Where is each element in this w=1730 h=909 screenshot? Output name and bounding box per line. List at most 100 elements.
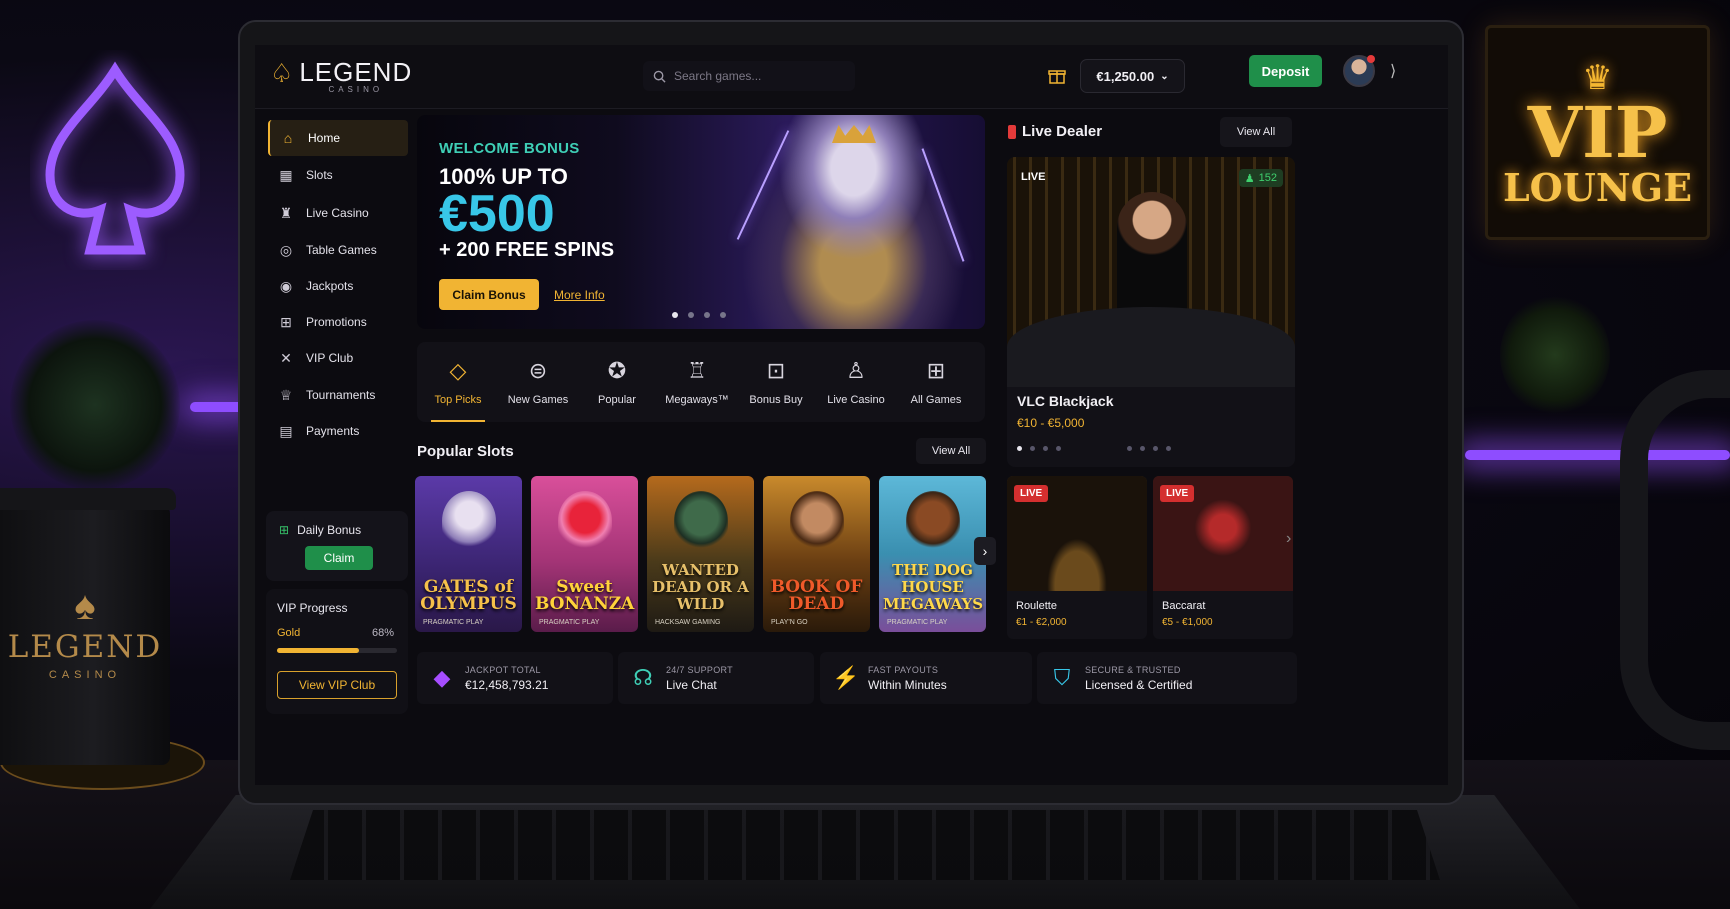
gem-icon: ◆ [433,665,451,690]
claim-bonus-button[interactable]: Claim Bonus [439,279,539,310]
home-icon: ⌂ [283,130,293,146]
hero-amount: €500 [439,185,555,243]
tab-bonus-buy[interactable]: ⊡ Bonus Buy [737,342,815,422]
sidebar-item-payments[interactable]: ▤ Payments [268,413,408,449]
featured-live-table[interactable]: LIVE ♟ 152 VLC Blackjack €10 - €5,000 [1007,157,1295,467]
sidebar-item-promotions[interactable]: ⊞ Promotions [268,304,408,340]
stat-value: Licensed & Certified [1085,677,1193,692]
vip-progress-title: VIP Progress [277,601,348,615]
chevron-right-icon[interactable]: › [1286,530,1291,548]
carousel-dots [1017,446,1061,451]
chevron-right-icon[interactable]: › [974,537,996,565]
tab-new-games[interactable]: ⊜ New Games [499,342,577,422]
sidebar-item-jackpots[interactable]: ◉ Jackpots [268,268,408,304]
carousel-dots-secondary [1127,446,1171,451]
tab-top-picks[interactable]: ◇ Top Picks [419,342,497,422]
sidebar-item-table-games[interactable]: ◎ Table Games [268,232,408,268]
vip-progress-card: VIP Progress Gold 68% View VIP Club [266,589,408,714]
live-casino-icon: ♜ [279,204,293,221]
sidebar-item-label: Jackpots [306,279,354,293]
carousel-dot[interactable] [688,312,694,318]
sidebar-item-live-casino[interactable]: ♜ Live Casino [268,195,408,231]
stat-support[interactable]: ☊ 24/7 SUPPORT Live Chat [618,652,814,704]
hero-eyebrow: WELCOME BONUS [439,140,580,157]
game-tile-the-dog-house-megaways[interactable]: THE DOG HOUSE MEGAWAYS PRAGMATIC PLAY [879,476,986,632]
logo[interactable]: ♤ LEGEND CASINO [270,59,412,94]
gift-icon: ⊞ [279,523,290,537]
game-art [442,491,496,551]
vip-progress-track [277,648,397,653]
stat-jackpot: ◆ JACKPOT TOTAL €12,458,793.21 [417,652,613,704]
tab-megaways[interactable]: ♖ Megaways™ [658,342,736,422]
tab-label: Popular [598,394,636,406]
headset-icon: ☊ [633,665,653,690]
tab-live-casino[interactable]: ♙ Live Casino [817,342,895,422]
balance-dropdown[interactable]: €1,250.00 ⌄ [1080,59,1185,93]
live-game-limits: €10 - €5,000 [1017,416,1085,430]
hero-banner[interactable]: WELCOME BONUS 100% UP TO €500 + 200 FREE… [417,115,985,329]
view-all-live-button[interactable]: View All [1220,117,1292,147]
headphones [1620,370,1730,750]
daily-bonus-card: ⊞ Daily Bonus Claim [266,511,408,581]
neon-spade-sign [45,61,185,255]
search-box[interactable] [643,61,855,91]
stat-label: SECURE & TRUSTED [1085,664,1181,675]
game-art [906,491,960,551]
sidebar-item-home[interactable]: ⌂ Home [268,120,408,156]
live-table-baccarat[interactable]: LIVE Baccarat €5 - €1,000 [1153,476,1293,639]
live-table-name: Baccarat [1162,600,1206,612]
star-icon: ✪ [607,358,627,383]
sidebar-item-label: Table Games [306,243,377,257]
blackjack-table [1007,307,1295,387]
stat-value: Live Chat [666,677,717,692]
game-tile-book-of-dead[interactable]: BOOK OF DEAD PLAY'N GO [763,476,870,632]
game-tile-sweet-bonanza[interactable]: Sweet BONANZA PRAGMATIC PLAY [531,476,638,632]
avatar[interactable] [1343,55,1375,87]
category-bar: ◇ Top Picks ⊜ New Games ✪ Popular ♖ Megaways… [417,342,985,422]
new-badge-icon: ⊜ [528,358,548,383]
carousel-dot[interactable] [720,312,726,318]
search-icon [653,70,666,83]
gift-icon[interactable] [1045,61,1069,91]
sidebar-item-tournaments[interactable]: ♕ Tournaments [268,377,408,413]
tab-all-games[interactable]: ⊞ All Games [897,342,975,422]
stat-value: €12,458,793.21 [465,677,549,692]
viewer-count: ♟ 152 [1238,169,1283,187]
lightning-icon: ⚡ [832,665,860,690]
carousel-dot[interactable] [672,312,678,318]
viewer-count-value: 152 [1258,172,1277,184]
sidebar-item-vip-club[interactable]: ✕ VIP Club [268,340,408,376]
stat-payouts: ⚡ FAST PAYOUTS Within Minutes [820,652,1032,704]
view-vip-club-button[interactable]: View VIP Club [277,671,397,699]
vip-progress-fill [277,648,359,653]
vip-sign-text: VIP [1527,90,1668,174]
lightning-bolt [736,130,790,240]
sidebar-item-slots[interactable]: ▦ Slots [268,157,408,193]
game-title: GATES of OLYMPUS [420,577,517,614]
spade-logo-icon: ♤ [270,58,294,88]
tab-label: Bonus Buy [749,394,803,406]
crown-icon [832,125,876,143]
sidebar-item-label: Tournaments [306,388,376,402]
shield-icon: ⛉ [1053,665,1071,690]
live-table-limits: €1 - €2,000 [1016,617,1067,628]
plant [10,320,180,490]
screen: ♤ LEGEND CASINO €1,250.00 ⌄ Deposit ⟩ [255,45,1448,785]
carousel-dot[interactable] [704,312,710,318]
game-tile-wanted-dead-or-a-wild[interactable]: WANTED DEAD OR A WILD HACKSAW GAMING [647,476,754,632]
dealer-icon: ♙ [846,358,866,383]
more-info-link[interactable]: More Info [554,288,605,302]
sidebar-item-label: Payments [306,424,360,438]
deposit-button[interactable]: Deposit [1249,55,1322,87]
live-table-roulette[interactable]: LIVE Roulette €1 - €2,000 [1007,476,1147,639]
claim-button[interactable]: Claim [305,546,373,570]
search-input[interactable] [674,69,844,83]
game-tile-gates-of-olympus[interactable]: GATES of OLYMPUS PRAGMATIC PLAY [415,476,522,632]
tab-popular[interactable]: ✪ Popular [578,342,656,422]
diamond-icon: ◇ [449,358,467,383]
game-title: THE DOG HOUSE MEGAWAYS [883,561,984,613]
logout-icon[interactable]: ⟩ [1390,61,1410,81]
wallet-icon: ▤ [279,422,293,439]
view-all-slots-button[interactable]: View All [916,438,986,464]
game-art [790,491,844,551]
